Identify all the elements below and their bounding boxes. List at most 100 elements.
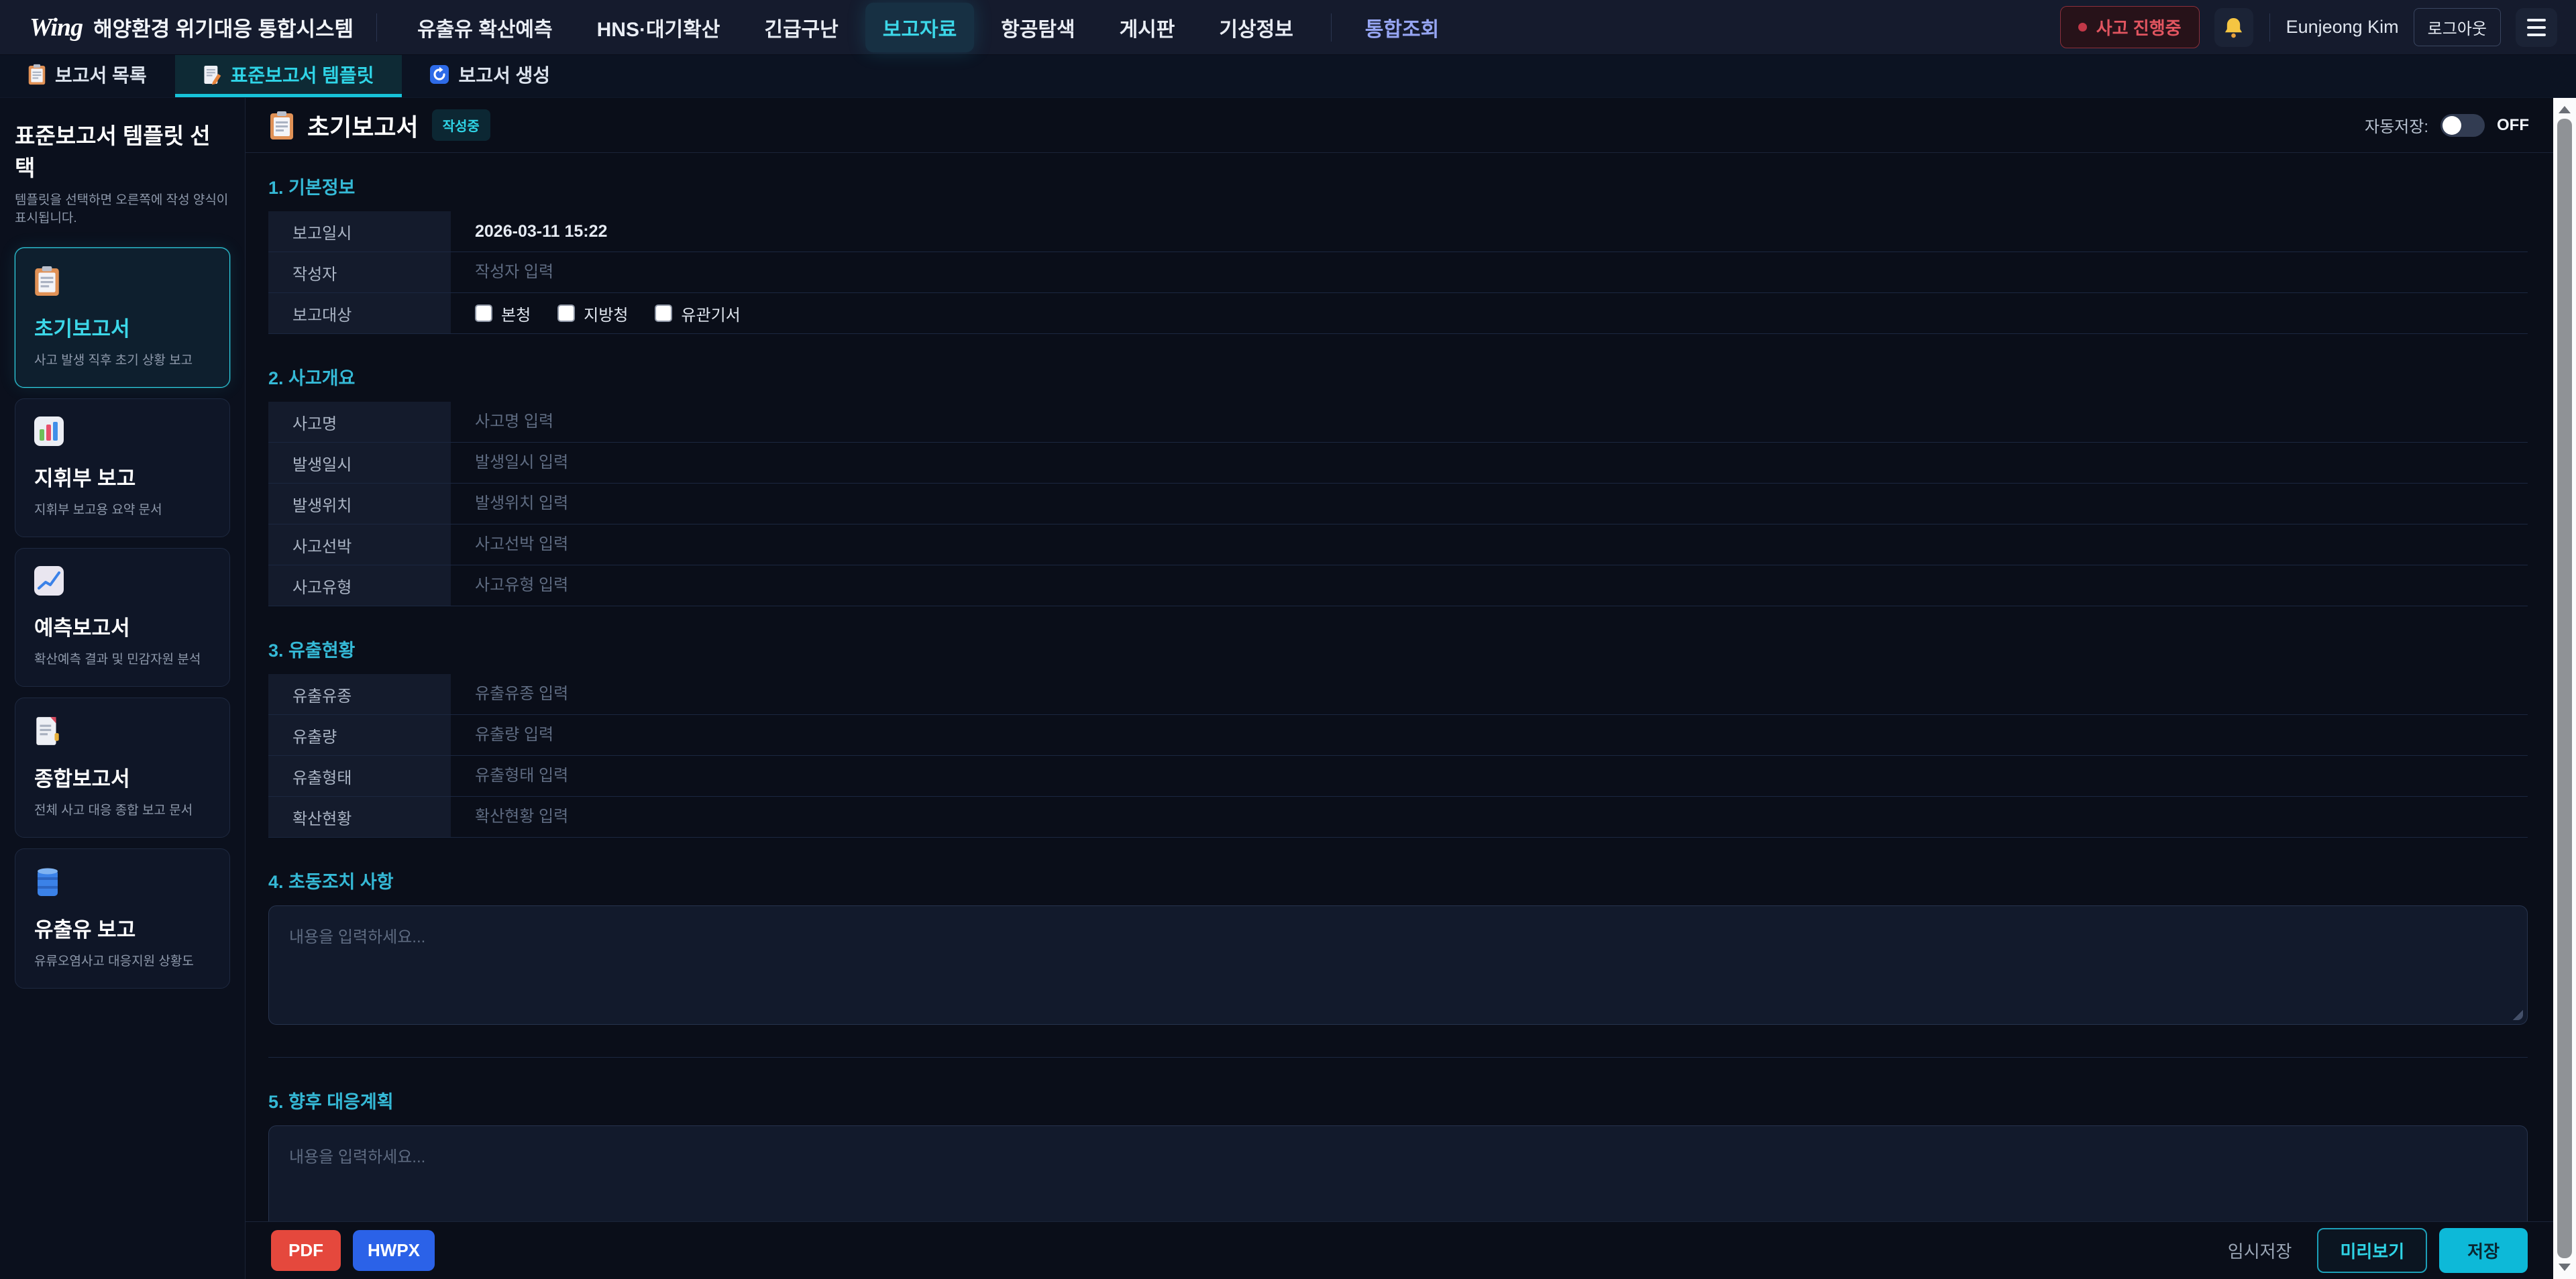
table-row: 사고유형 (268, 565, 2528, 606)
document-icon (34, 716, 211, 750)
autosave-toggle[interactable] (2440, 114, 2485, 137)
author-input[interactable] (475, 263, 2528, 282)
incident-in-progress-badge[interactable]: 사고 진행중 (2060, 6, 2200, 48)
table-row: 보고일시 (268, 211, 2528, 252)
scrollbar-thumb[interactable] (2557, 119, 2572, 1258)
spread-status-input[interactable] (475, 808, 2528, 826)
user-name: Eunjeong Kim (2286, 17, 2399, 38)
scroll-up-arrow-icon[interactable] (2559, 106, 2571, 113)
divider (2269, 13, 2270, 42)
save-button[interactable]: 저장 (2439, 1228, 2528, 1273)
sidebar-title: 표준보고서 템플릿 선택 (15, 118, 230, 182)
table-row: 유출량 (268, 715, 2528, 756)
clipboard-icon (34, 266, 211, 300)
template-card-initial-report[interactable]: 초기보고서 사고 발생 직후 초기 상황 보고 (15, 247, 230, 388)
checkbox-regional-office[interactable]: 지방청 (557, 302, 628, 325)
nav-item-report-data[interactable]: 보고자료 (865, 3, 974, 52)
scroll-down-arrow-icon[interactable] (2559, 1264, 2571, 1271)
incident-status-label: 사고 진행중 (2096, 15, 2182, 40)
spill-amount-input[interactable] (475, 726, 2528, 744)
red-dot-icon (2078, 23, 2087, 32)
tab-label: 표준보고서 템플릿 (231, 61, 374, 88)
table-row: 보고대상 본청 지방청 (268, 293, 2528, 334)
logout-button[interactable]: 로그아웃 (2414, 8, 2501, 46)
resize-grip-icon[interactable] (2512, 1009, 2523, 1020)
report-datetime-input[interactable] (475, 222, 2528, 241)
form-body: 1. 기본정보 보고일시 작성자 보고대상 본청 (246, 153, 2553, 1221)
field-label: 발생위치 (268, 484, 451, 524)
export-pdf-button[interactable]: PDF (271, 1230, 341, 1271)
section-title-spill-status: 3. 유출현황 (268, 636, 2528, 662)
basic-info-table: 보고일시 작성자 보고대상 본청 (268, 211, 2528, 334)
field-label: 보고대상 (268, 293, 451, 333)
hamburger-menu-button[interactable] (2516, 8, 2557, 47)
wing-logo: Wing (30, 13, 83, 42)
status-badge: 작성중 (432, 109, 490, 141)
toggle-knob (2443, 116, 2461, 135)
export-hwpx-button[interactable]: HWPX (353, 1230, 435, 1271)
field-label: 보고일시 (268, 211, 451, 252)
section-title-future-plan: 5. 향후 대응계획 (268, 1087, 2528, 1113)
autosave-control: 자동저장: OFF (2365, 113, 2529, 137)
tab-report-list[interactable]: 보고서 목록 (0, 55, 175, 97)
table-row: 유출형태 (268, 756, 2528, 797)
checkbox-icon (557, 304, 575, 322)
template-desc: 전체 사고 대응 종합 보고 문서 (34, 800, 211, 818)
template-name: 예측보고서 (34, 611, 211, 641)
divider (1331, 13, 1332, 42)
field-label: 유출형태 (268, 756, 451, 796)
preview-button[interactable]: 미리보기 (2317, 1228, 2427, 1273)
nav-item-board[interactable]: 게시판 (1102, 3, 1193, 52)
table-row: 확산현황 (268, 797, 2528, 838)
field-label: 발생일시 (268, 443, 451, 483)
checkbox-icon (655, 304, 672, 322)
nav-item-integrated-search[interactable]: 통합조회 (1352, 3, 1452, 52)
autosave-state: OFF (2497, 116, 2529, 135)
clipboard-icon (28, 64, 46, 85)
template-card-comprehensive-report[interactable]: 종합보고서 전체 사고 대응 종합 보고 문서 (15, 698, 230, 838)
memo-pencil-icon (203, 64, 221, 85)
template-card-oil-spill-report[interactable]: 유출유 보고 유류오염사고 대응지원 상황도 (15, 848, 230, 989)
clipboard-icon (270, 111, 294, 140)
nav-item-oil-spill-prediction[interactable]: 유출유 확산예측 (400, 3, 570, 52)
report-target-checkbox-group: 본청 지방청 유관기서 (475, 302, 741, 325)
table-row: 작성자 (268, 252, 2528, 293)
report-tabbar: 보고서 목록 표준보고서 템플릿 보고서 생성 (0, 55, 2576, 98)
brand: Wing 해양환경 위기대응 통합시스템 (30, 12, 354, 42)
section-divider (268, 1057, 2528, 1058)
template-name: 지휘부 보고 (34, 461, 211, 492)
template-card-command-report[interactable]: 지휘부 보고 지휘부 보고용 요약 문서 (15, 398, 230, 537)
initial-actions-wrap (268, 905, 2528, 1025)
tab-standard-report-template[interactable]: 표준보고서 템플릿 (175, 55, 402, 97)
system-title: 해양환경 위기대응 통합시스템 (93, 12, 354, 42)
occurrence-location-input[interactable] (475, 494, 2528, 513)
initial-actions-textarea[interactable] (268, 905, 2528, 1025)
checkbox-headquarters[interactable]: 본청 (475, 302, 531, 325)
table-row: 사고명 (268, 402, 2528, 443)
topbar-right-cluster: 사고 진행중 Eunjeong Kim 로그아웃 (2060, 6, 2557, 48)
future-plan-wrap (268, 1125, 2528, 1221)
incident-name-input[interactable] (475, 412, 2528, 431)
spill-oil-type-input[interactable] (475, 685, 2528, 704)
incident-vessel-input[interactable] (475, 535, 2528, 554)
occurrence-datetime-input[interactable] (475, 453, 2528, 472)
autosave-label: 자동저장: (2365, 113, 2428, 137)
temp-save-button[interactable]: 임시저장 (2214, 1228, 2306, 1273)
nav-item-weather-info[interactable]: 기상정보 (1201, 3, 1310, 52)
template-card-prediction-report[interactable]: 예측보고서 확산예측 결과 및 민감자원 분석 (15, 548, 230, 687)
template-desc: 사고 발생 직후 초기 상황 보고 (34, 350, 211, 368)
spill-form-input[interactable] (475, 767, 2528, 785)
notifications-button[interactable] (2214, 8, 2253, 47)
form-header: 초기보고서 작성중 자동저장: OFF (246, 98, 2553, 153)
nav-item-emergency-rescue[interactable]: 긴급구난 (747, 3, 855, 52)
nav-item-aerial-search[interactable]: 항공탐색 (983, 3, 1092, 52)
checkbox-related-agency[interactable]: 유관기서 (655, 302, 740, 325)
section-title-initial-actions: 4. 초동조치 사항 (268, 867, 2528, 893)
future-plan-textarea[interactable] (268, 1125, 2528, 1221)
incident-type-input[interactable] (475, 576, 2528, 595)
vertical-scrollbar[interactable] (2553, 98, 2576, 1279)
nav-item-hns-air-diffusion[interactable]: HNS·대기확산 (580, 3, 738, 52)
incident-overview-table: 사고명 발생일시 발생위치 사고선박 사고유형 (268, 402, 2528, 606)
template-sidebar: 표준보고서 템플릿 선택 템플릿을 선택하면 오른쪽에 작성 양식이 표시됩니다… (0, 98, 246, 1279)
tab-report-generate[interactable]: 보고서 생성 (402, 55, 578, 97)
